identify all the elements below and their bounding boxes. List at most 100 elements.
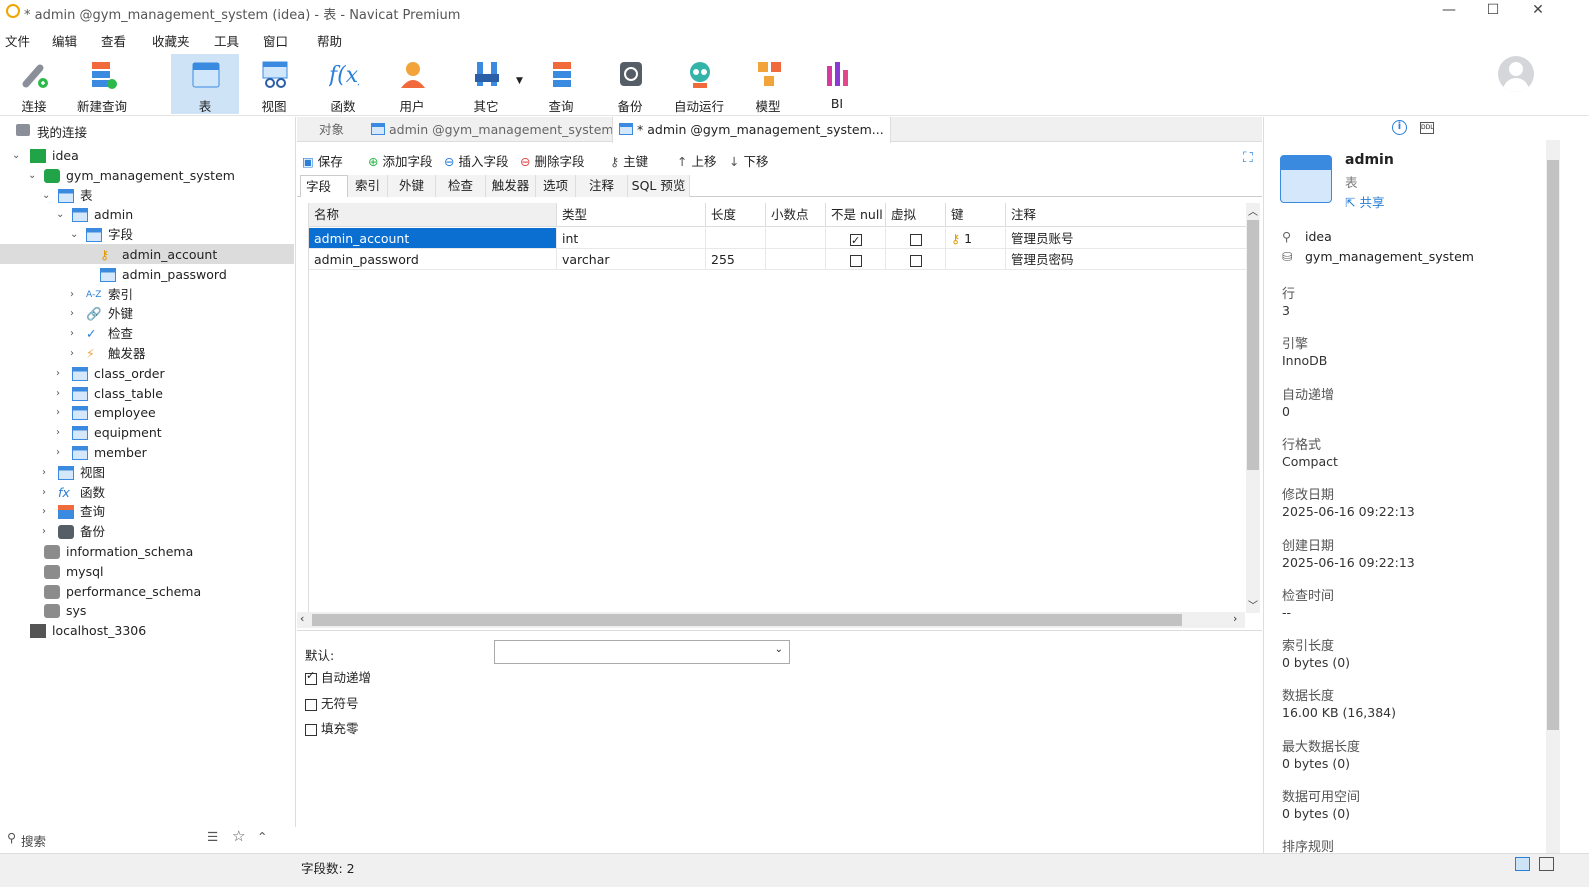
close-button[interactable]: ✕ [1523, 2, 1553, 22]
cell-virtual[interactable] [886, 249, 946, 270]
filter-icon[interactable]: ☰ [207, 829, 218, 844]
cell-not-null[interactable] [826, 228, 886, 251]
chevron-right-icon[interactable]: › [70, 324, 82, 344]
expand-icon[interactable]: ⛶ [1243, 150, 1253, 166]
toolbar-new-query-button[interactable]: 新建查询 [68, 54, 136, 114]
menu-window[interactable]: 窗口 [263, 31, 288, 50]
move-up-button[interactable]: ↑ 上移 [677, 151, 716, 170]
cell-type[interactable]: varchar [557, 249, 706, 270]
unsigned-checkbox[interactable] [305, 698, 317, 711]
tab-indexes[interactable]: 索引 [348, 175, 388, 197]
chevron-down-icon[interactable]: ⌄ [56, 205, 68, 225]
chevron-right-icon[interactable]: › [56, 364, 68, 384]
toolbar-function-button[interactable]: f(x) 函数 [309, 54, 377, 114]
tab-triggers[interactable]: 触发器 [486, 175, 536, 197]
cell-name[interactable]: admin_account [309, 228, 557, 249]
tab-checks[interactable]: 检查 [436, 175, 486, 197]
add-field-button[interactable]: ⊕ 添加字段 [368, 151, 432, 170]
search-input[interactable]: 搜索 [21, 831, 46, 850]
minimize-button[interactable]: — [1434, 2, 1464, 22]
chevron-down-icon[interactable]: ▼ [516, 76, 523, 86]
col-virtual[interactable]: 虚拟 [886, 203, 946, 227]
scroll-left-icon[interactable]: ‹ [300, 612, 304, 625]
chevron-down-icon[interactable]: ⌄ [70, 225, 82, 245]
collapse-icon[interactable]: ⌃ [257, 829, 267, 844]
chevron-right-icon[interactable]: › [56, 403, 68, 423]
col-length[interactable]: 长度 [706, 203, 766, 227]
not-null-checkbox[interactable] [850, 254, 862, 267]
toolbar-backup-button[interactable]: 备份 [596, 54, 664, 114]
col-key[interactable]: 键 [946, 203, 1006, 227]
info-icon[interactable]: i [1392, 120, 1407, 135]
chevron-right-icon[interactable]: › [42, 483, 54, 503]
share-link[interactable]: ⇱ 共享 [1345, 192, 1384, 211]
toolbar-model-button[interactable]: 模型 [734, 54, 802, 114]
cell-key[interactable]: ⚷ 1 [946, 228, 1006, 249]
tab-objects[interactable]: 对象 [313, 117, 350, 142]
chevron-right-icon[interactable]: › [70, 344, 82, 364]
cell-not-null[interactable] [826, 249, 886, 270]
star-icon[interactable]: ☆ [232, 827, 245, 845]
layout-left-icon[interactable] [1515, 857, 1530, 871]
toolbar-connect-button[interactable]: 连接 [0, 54, 68, 114]
cell-type[interactable]: int [557, 228, 706, 249]
grid-horizontal-scroll-thumb[interactable] [312, 614, 1182, 626]
cell-comment[interactable]: 管理员账号 [1006, 228, 1247, 249]
tab-fields[interactable]: 字段 [300, 175, 348, 197]
layout-right-icon[interactable] [1539, 857, 1554, 871]
ddl-icon[interactable]: DDL [1420, 122, 1434, 134]
maximize-button[interactable]: ☐ [1478, 2, 1508, 22]
tab-options[interactable]: 选项 [536, 175, 576, 197]
delete-field-button[interactable]: ⊖ 删除字段 [520, 151, 584, 170]
cell-decimals[interactable] [766, 228, 826, 249]
cell-decimals[interactable] [766, 249, 826, 270]
toolbar-automation-button[interactable]: 自动运行 [665, 54, 733, 114]
tab-admin-design[interactable]: admin @gym_management_system (... [365, 117, 640, 142]
move-down-button[interactable]: ↓ 下移 [729, 151, 768, 170]
tab-admin-design-active[interactable]: * admin @gym_management_system... [612, 117, 891, 143]
grid-vertical-scroll-thumb[interactable] [1247, 220, 1259, 470]
col-name[interactable]: 名称 [309, 203, 557, 227]
menu-favorites[interactable]: 收藏夹 [152, 31, 190, 50]
tab-foreign-keys[interactable]: 外键 [388, 175, 436, 197]
chevron-down-icon[interactable]: ⌄ [28, 166, 40, 186]
cell-comment[interactable]: 管理员密码 [1006, 249, 1247, 270]
avatar[interactable] [1498, 56, 1534, 92]
not-null-checkbox[interactable] [850, 230, 862, 251]
cell-length[interactable] [706, 228, 766, 249]
unsigned-option[interactable]: 无符号 [305, 693, 359, 712]
chevron-down-icon[interactable]: ⌄ [42, 186, 54, 206]
primary-key-button[interactable]: ⚷ 主键 [610, 151, 648, 170]
toolbar-other-button[interactable]: 其它 ▼ [452, 54, 523, 114]
chevron-down-icon[interactable]: ⌄ [12, 146, 24, 166]
zerofill-option[interactable]: 填充零 [305, 718, 359, 737]
toolbar-bi-button[interactable]: BI [803, 54, 871, 114]
toolbar-user-button[interactable]: 用户 [378, 54, 446, 114]
toolbar-table-button[interactable]: 表 [171, 54, 239, 114]
menu-tools[interactable]: 工具 [214, 31, 239, 50]
virtual-checkbox[interactable] [910, 233, 922, 246]
cell-virtual[interactable] [886, 228, 946, 249]
col-comment[interactable]: 注释 [1006, 203, 1247, 227]
menu-view[interactable]: 查看 [101, 31, 126, 50]
toolbar-query-button[interactable]: 查询 [527, 54, 595, 114]
chevron-right-icon[interactable]: › [42, 463, 54, 483]
tab-sql-preview[interactable]: SQL 预览 [628, 175, 690, 197]
menu-edit[interactable]: 编辑 [52, 31, 77, 50]
chevron-right-icon[interactable]: › [70, 304, 82, 324]
chevron-right-icon[interactable]: › [42, 522, 54, 542]
save-button[interactable]: ▣ 保存 [302, 151, 343, 170]
tab-comment[interactable]: 注释 [576, 175, 628, 197]
col-decimals[interactable]: 小数点 [766, 203, 826, 227]
zerofill-checkbox[interactable] [305, 723, 317, 736]
col-not-null[interactable]: 不是 null [826, 203, 886, 227]
menu-file[interactable]: 文件 [5, 31, 30, 50]
insert-field-button[interactable]: ⊖ 插入字段 [444, 151, 508, 170]
info-scroll-thumb[interactable] [1547, 160, 1559, 730]
scroll-right-icon[interactable]: › [1233, 612, 1237, 625]
chevron-right-icon[interactable]: › [70, 285, 82, 305]
toolbar-view-button[interactable]: 视图 [240, 54, 308, 114]
cell-name[interactable]: admin_password [309, 249, 557, 270]
auto-increment-option[interactable]: 自动递增 [305, 667, 371, 686]
scroll-up-icon[interactable]: ︿ [1248, 203, 1258, 218]
